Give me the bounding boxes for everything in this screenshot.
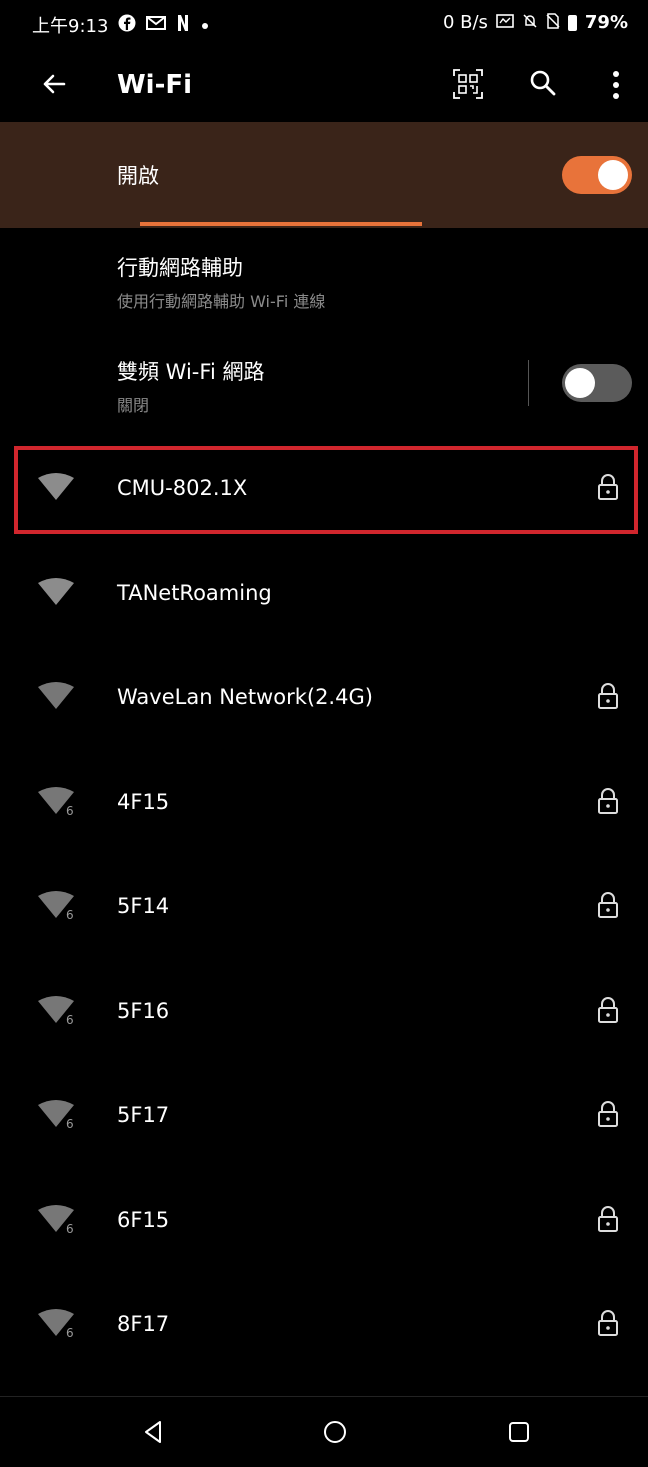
recents-nav-icon[interactable] [504, 1417, 534, 1447]
wifi6-signal-icon: 6 [38, 1309, 74, 1338]
wifi-network-row[interactable]: 6 5F16 [0, 961, 648, 1065]
dual-band-wifi-row[interactable]: 雙頻 Wi-Fi 網路 關閉 [0, 336, 648, 436]
wifi-network-name: TANetRoaming [117, 580, 272, 605]
more-options-icon[interactable] [608, 68, 624, 102]
wifi6-badge: 6 [66, 1013, 74, 1025]
highlight-box [14, 446, 638, 534]
lock-icon [598, 1100, 618, 1127]
wifi6-badge: 6 [66, 1222, 74, 1234]
wifi-network-row[interactable]: 6 5F17 [0, 1065, 648, 1169]
dual-band-switch[interactable] [562, 364, 632, 402]
wifi-network-row[interactable]: 6 6F15 [0, 1170, 648, 1274]
search-icon[interactable] [528, 68, 558, 98]
wifi-network-name: WaveLan Network(2.4G) [117, 685, 373, 709]
home-nav-icon[interactable] [320, 1417, 350, 1447]
wifi6-signal-icon: 6 [38, 786, 74, 816]
screen: 上午9:13 0 B/s 79% Wi-Fi 開啟 行動網路輔助 使用行動網路輔… [0, 0, 648, 1467]
lock-icon [598, 1309, 618, 1336]
wifi6-badge: 6 [66, 1117, 74, 1129]
wifi6-signal-icon: 6 [38, 995, 74, 1025]
net-speed: 0 B/s [442, 12, 488, 33]
wifi-network-row[interactable]: TANetRoaming [0, 543, 648, 647]
dot-icon [200, 16, 210, 35]
wifi-signal-icon [38, 682, 74, 709]
wifi-master-toggle-row[interactable]: 開啟 [0, 122, 648, 228]
wifi-network-row[interactable]: WaveLan Network(2.4G) [0, 647, 648, 751]
back-arrow-icon[interactable] [38, 68, 70, 100]
mobile-network-assist-row[interactable]: 行動網路輔助 使用行動網路輔助 Wi-Fi 連線 [0, 232, 648, 332]
status-time: 上午9:13 [32, 16, 109, 37]
wifi-network-name: 4F15 [117, 789, 170, 814]
wifi6-badge: 6 [66, 804, 74, 816]
wifi-network-name: 5F17 [117, 1103, 170, 1127]
scan-progress-indicator [140, 222, 422, 226]
wifi6-badge: 6 [66, 1326, 74, 1338]
status-bar: 上午9:13 0 B/s 79% [0, 0, 648, 50]
wifi-network-name: 5F16 [117, 998, 170, 1023]
lock-icon [598, 891, 618, 918]
netflix-icon [176, 14, 190, 36]
mute-icon [522, 13, 538, 33]
qr-code-scan-icon[interactable] [452, 68, 484, 100]
facebook-icon [118, 14, 136, 36]
switch-knob [565, 368, 595, 398]
wifi-network-row[interactable]: 6 4F15 [0, 752, 648, 856]
wifi-network-name: 8F17 [117, 1312, 170, 1336]
dual-band-title: 雙頻 Wi-Fi 網路 [117, 360, 265, 384]
wifi-network-name: 6F15 [117, 1207, 170, 1232]
switch-knob [598, 160, 628, 190]
battery-icon [567, 14, 577, 31]
system-nav-bar [0, 1397, 648, 1467]
dual-band-subtitle: 關閉 [117, 396, 150, 415]
no-sim-icon [546, 12, 560, 33]
wifi-network-name: 5F14 [117, 894, 170, 918]
battery-percent: 79% [584, 12, 628, 33]
wifi6-signal-icon: 6 [38, 1204, 74, 1234]
lock-icon [598, 787, 618, 814]
wifi-network-row[interactable]: 6 8F17 [0, 1274, 648, 1378]
gmail-icon [146, 15, 167, 35]
lock-icon [598, 682, 618, 709]
mobile-assist-subtitle: 使用行動網路輔助 Wi-Fi 連線 [117, 292, 326, 311]
wifi-signal-icon [38, 577, 74, 605]
wifi6-signal-icon: 6 [38, 1100, 74, 1129]
page-title: Wi-Fi [117, 70, 193, 100]
back-nav-icon[interactable] [138, 1417, 168, 1447]
wifi-master-switch[interactable] [562, 156, 632, 194]
wifi6-signal-icon: 6 [38, 891, 74, 920]
app-bar: Wi-Fi [0, 50, 648, 122]
lock-icon [598, 996, 618, 1023]
mobile-assist-title: 行動網路輔助 [117, 256, 243, 280]
lock-icon [598, 1205, 618, 1232]
wifi-on-label: 開啟 [117, 164, 159, 188]
wifi-network-row[interactable]: 6 5F14 [0, 856, 648, 960]
divider [528, 360, 529, 406]
wifi6-badge: 6 [66, 908, 74, 920]
data-saver-icon [496, 13, 514, 33]
